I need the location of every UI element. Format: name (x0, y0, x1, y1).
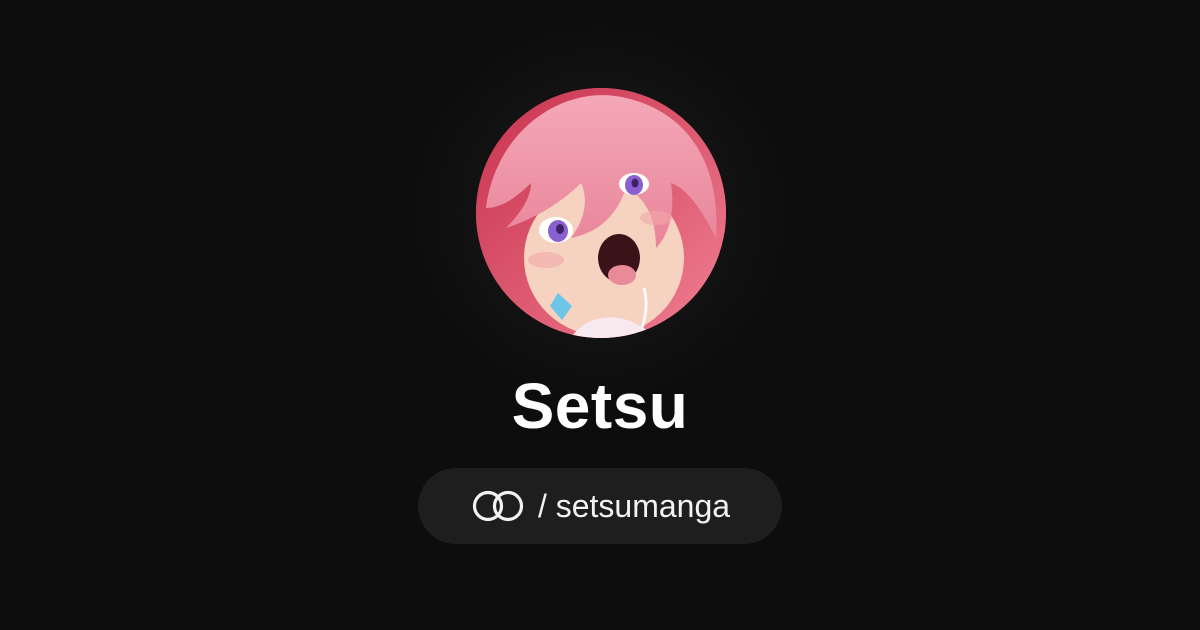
profile-handle: / setsumanga (537, 488, 731, 524)
linked-rings-icon (470, 489, 526, 523)
profile-handle-pill[interactable]: / setsumanga (418, 468, 782, 544)
profile-avatar (476, 88, 726, 338)
profile-display-name: Setsu (511, 370, 689, 442)
